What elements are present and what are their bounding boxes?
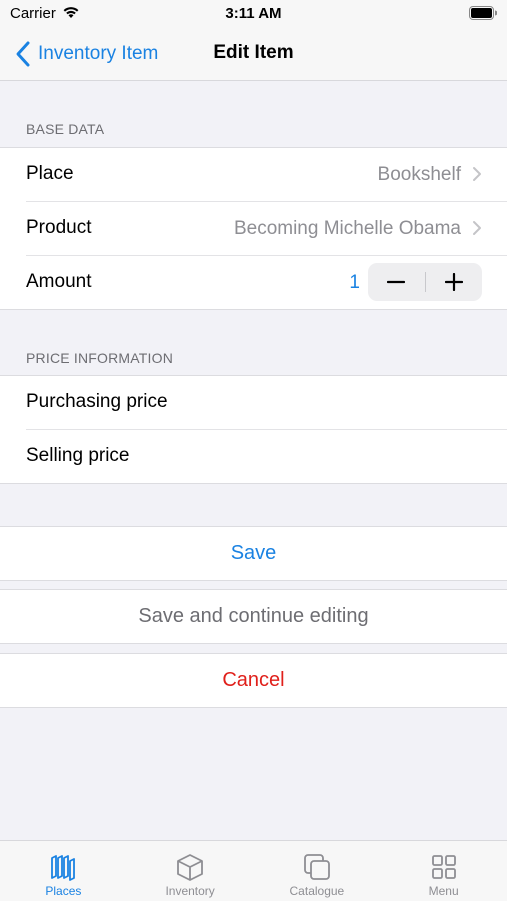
price-information-group: Purchasing price Selling price <box>0 375 507 484</box>
status-time: 3:11 AM <box>225 5 282 22</box>
purchasing-price-row[interactable]: Purchasing price <box>26 376 507 430</box>
back-button[interactable]: Inventory Item <box>14 39 158 69</box>
selling-price-label: Selling price <box>26 445 130 466</box>
product-value: Becoming Michelle Obama <box>233 218 461 239</box>
battery-icon <box>469 6 498 25</box>
tab-places-label: Places <box>45 884 82 898</box>
tab-inventory[interactable]: Inventory <box>127 841 254 901</box>
tab-catalogue-label: Catalogue <box>289 884 345 898</box>
amount-label: Amount <box>26 271 92 292</box>
grid-icon <box>431 855 456 879</box>
section-header-base-data: BASE DATA <box>26 121 105 137</box>
tab-bar: Places Inventory Catalogue Menu <box>0 840 507 901</box>
place-row[interactable]: Place Bookshelf <box>26 148 507 202</box>
section-header-price-information: PRICE INFORMATION <box>26 350 174 366</box>
tab-menu[interactable]: Menu <box>380 841 507 901</box>
tab-catalogue[interactable]: Catalogue <box>254 841 381 901</box>
status-bar: Carrier 3:11 AM <box>0 0 507 28</box>
decrement-button[interactable] <box>368 263 425 301</box>
chevron-left-icon <box>16 41 30 67</box>
chevron-right-icon <box>473 167 481 181</box>
save-button[interactable]: Save <box>0 526 507 581</box>
amount-value: 1 <box>349 272 360 293</box>
selling-price-row[interactable]: Selling price <box>26 430 507 483</box>
plus-icon <box>444 273 463 291</box>
product-label: Product <box>26 217 92 238</box>
place-value: Bookshelf <box>377 164 461 185</box>
base-data-group: Place Bookshelf Product Becoming Michell… <box>0 147 507 310</box>
box-icon <box>177 854 204 881</box>
purchasing-price-label: Purchasing price <box>26 391 168 412</box>
chevron-right-icon <box>473 221 481 235</box>
back-button-label: Inventory Item <box>38 43 159 64</box>
tab-places[interactable]: Places <box>0 841 127 901</box>
place-label: Place <box>26 163 74 184</box>
product-row[interactable]: Product Becoming Michelle Obama <box>26 202 507 256</box>
catalogue-icon <box>303 854 330 880</box>
cancel-button[interactable]: Cancel <box>0 653 507 708</box>
navigation-bar: Inventory Item Edit Item <box>0 28 507 81</box>
places-icon <box>51 855 76 881</box>
tab-inventory-label: Inventory <box>165 884 215 898</box>
tab-menu-label: Menu <box>428 884 459 898</box>
amount-row: Amount 1 <box>26 256 507 309</box>
increment-button[interactable] <box>426 263 483 301</box>
minus-icon <box>387 280 406 284</box>
save-and-continue-button[interactable]: Save and continue editing <box>0 589 507 644</box>
amount-stepper <box>368 263 482 301</box>
